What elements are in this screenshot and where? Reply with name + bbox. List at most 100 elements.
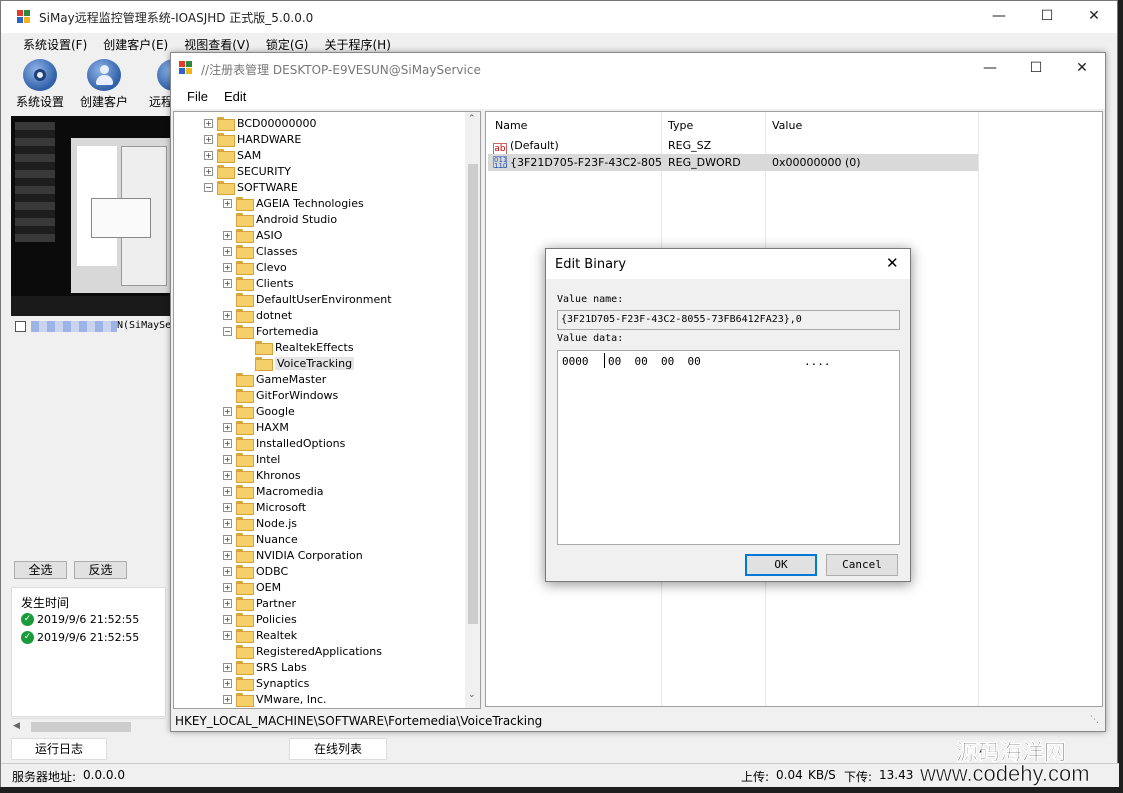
close-button[interactable]: ✕	[1071, 1, 1117, 31]
tab-online-list[interactable]: 在线列表	[289, 738, 387, 760]
column-header-value[interactable]: Value	[772, 119, 802, 132]
create-client-button[interactable]: 创建客户	[79, 59, 129, 110]
scroll-up-icon[interactable]: ⌃	[468, 114, 476, 124]
tree-node[interactable]: + BCD00000000	[204, 115, 317, 131]
tree-node[interactable]: + Clients	[223, 275, 294, 291]
scroll-thumb[interactable]	[31, 722, 131, 732]
column-header-type[interactable]: Type	[668, 119, 693, 132]
expand-icon[interactable]: +	[223, 486, 232, 496]
invert-select-button[interactable]: 反选	[74, 561, 127, 579]
expand-icon[interactable]: +	[223, 438, 232, 448]
expand-icon[interactable]: +	[223, 246, 232, 256]
tree-node[interactable]: + Khronos	[223, 467, 301, 483]
tree-node[interactable]: + Classes	[223, 243, 297, 259]
tree-node[interactable]: Android Studio	[223, 211, 337, 227]
tree-node[interactable]: + Realtek	[223, 627, 297, 643]
tree-node[interactable]: + Microsoft	[223, 499, 306, 515]
value-name-field[interactable]: {3F21D705-F23F-43C2-8055-73FB6412FA23},0	[557, 310, 900, 330]
expand-icon[interactable]: +	[204, 150, 213, 160]
collapse-icon[interactable]: −	[204, 182, 213, 192]
menu-system-settings[interactable]: 系统设置(F)	[15, 33, 95, 55]
tree-node[interactable]: + NVIDIA Corporation	[223, 547, 363, 563]
expand-icon[interactable]: +	[223, 406, 232, 416]
menu-edit[interactable]: Edit	[216, 83, 254, 105]
hex-editor[interactable]: 0000 00 00 00 00 ....	[557, 350, 900, 545]
expand-icon[interactable]: +	[223, 566, 232, 576]
tree-node[interactable]: + SAM	[204, 147, 261, 163]
expand-icon[interactable]: +	[223, 310, 232, 320]
tree-node[interactable]: + HARDWARE	[204, 131, 301, 147]
expand-icon[interactable]: +	[223, 470, 232, 480]
maximize-button[interactable]: ☐	[1024, 1, 1070, 31]
column-header-name[interactable]: Name	[495, 119, 527, 132]
tree-node[interactable]: + HAXM	[223, 419, 289, 435]
log-entry[interactable]: ✓ 2019/9/6 21:52:55	[12, 610, 165, 628]
scroll-down-icon[interactable]: ⌄	[468, 690, 476, 700]
tree-node[interactable]: + Nuance	[223, 531, 298, 547]
expand-icon[interactable]: +	[223, 198, 232, 208]
minimize-button[interactable]: —	[976, 1, 1022, 31]
tree-node[interactable]: + SRS Labs	[223, 659, 307, 675]
menu-create-client[interactable]: 创建客户(E)	[95, 33, 176, 55]
cancel-button[interactable]: Cancel	[826, 554, 898, 576]
expand-icon[interactable]: +	[204, 134, 213, 144]
expand-icon[interactable]: +	[223, 662, 232, 672]
registry-close-button[interactable]: ✕	[1059, 53, 1105, 83]
expand-icon[interactable]: +	[223, 502, 232, 512]
expand-icon[interactable]: +	[223, 278, 232, 288]
expand-icon[interactable]: +	[204, 166, 213, 176]
tree-node[interactable]: + ODBC	[223, 563, 288, 579]
expand-icon[interactable]: +	[223, 614, 232, 624]
expand-icon[interactable]: +	[204, 118, 213, 128]
log-entry[interactable]: ✓ 2019/9/6 21:52:55	[12, 628, 165, 646]
value-row[interactable]: 011110{3F21D705-F23F-43C2-8055... REG_DW…	[488, 154, 978, 171]
tree-node[interactable]: + Macromedia	[223, 483, 324, 499]
tree-node[interactable]: − SOFTWARE	[204, 179, 298, 195]
tree-node[interactable]: GameMaster	[223, 371, 326, 387]
system-settings-button[interactable]: 系统设置	[15, 59, 65, 110]
expand-icon[interactable]: +	[223, 422, 232, 432]
tree-node[interactable]: + InstalledOptions	[223, 435, 345, 451]
expand-icon[interactable]: +	[223, 262, 232, 272]
client-list-item[interactable]: N(SiMaySe	[15, 319, 171, 335]
tree-node[interactable]: + AGEIA Technologies	[223, 195, 364, 211]
tree-node[interactable]: + Clevo	[223, 259, 287, 275]
expand-icon[interactable]: +	[223, 550, 232, 560]
tree-node[interactable]: RealtekEffects	[242, 339, 354, 355]
tree-node[interactable]: + ASIO	[223, 227, 282, 243]
tree-node[interactable]: + Intel	[223, 451, 280, 467]
tree-node[interactable]: + VMware, Inc.	[223, 691, 327, 707]
select-all-button[interactable]: 全选	[14, 561, 67, 579]
tree-node[interactable]: + Google	[223, 403, 295, 419]
value-row[interactable]: ab (Default) REG_SZ	[488, 137, 978, 155]
expand-icon[interactable]: +	[223, 534, 232, 544]
registry-maximize-button[interactable]: ☐	[1013, 53, 1059, 83]
tree-node[interactable]: + SECURITY	[204, 163, 291, 179]
expand-icon[interactable]: +	[223, 230, 232, 240]
menu-file[interactable]: File	[179, 83, 216, 105]
expand-icon[interactable]: +	[223, 678, 232, 688]
tree-node[interactable]: + Policies	[223, 611, 297, 627]
tree-node[interactable]: RegisteredApplications	[223, 643, 382, 659]
desktop-thumbnail[interactable]	[11, 116, 171, 316]
tab-run-log[interactable]: 运行日志	[11, 738, 107, 760]
tree-node[interactable]: + Partner	[223, 595, 296, 611]
tree-node[interactable]: + dotnet	[223, 307, 292, 323]
client-checkbox[interactable]	[15, 321, 26, 332]
ok-button[interactable]: OK	[745, 554, 817, 576]
expand-icon[interactable]: +	[223, 694, 232, 704]
registry-minimize-button[interactable]: —	[967, 53, 1013, 83]
expand-icon[interactable]: +	[223, 582, 232, 592]
dialog-close-icon[interactable]: ✕	[886, 254, 899, 272]
tree-node[interactable]: VoiceTracking	[242, 355, 355, 371]
tree-node[interactable]: GitForWindows	[223, 387, 338, 403]
expand-icon[interactable]: +	[223, 630, 232, 640]
expand-icon[interactable]: +	[223, 454, 232, 464]
resize-grip-icon[interactable]: ⋱	[1090, 715, 1099, 725]
tree-node[interactable]: + Node.js	[223, 515, 297, 531]
tree-node[interactable]: + Synaptics	[223, 675, 309, 691]
tree-vertical-scrollbar[interactable]: ⌃ ⌄	[465, 112, 480, 708]
tree-node[interactable]: DefaultUserEnvironment	[223, 291, 392, 307]
expand-icon[interactable]: +	[223, 518, 232, 528]
collapse-icon[interactable]: −	[223, 326, 232, 336]
